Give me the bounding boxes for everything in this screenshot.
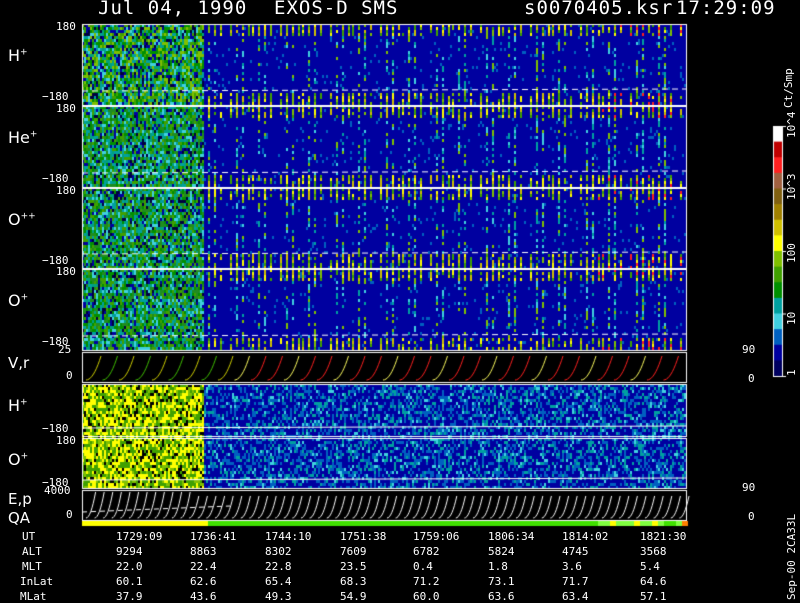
panel-label-o-plus-plus: O++ [8, 210, 36, 229]
panel-label-qa: QA [8, 509, 31, 527]
panel-label-h-plus-charge: + [20, 47, 28, 58]
ep-y-bot: 0 [66, 508, 73, 521]
ephemeris-cell: 49.3 [265, 590, 292, 603]
ephemeris-cell: 0.4 [413, 560, 433, 573]
vr-y2-bot: 0 [748, 372, 755, 385]
plot-time: 17:29:09 [676, 0, 776, 19]
ephemeris-cell: 1751:38 [340, 530, 387, 543]
ephemeris-row-label: InLat [20, 575, 54, 588]
colorbar-tick-label: 10^4 [785, 111, 798, 139]
ephemeris-cell: 3.6 [562, 560, 582, 573]
panel-label-ep: E,p [8, 490, 32, 508]
ep-y2-top: 90 [742, 481, 756, 494]
ephemeris-cell: 8302 [265, 545, 292, 558]
panel-label-vr: V,r [8, 354, 30, 372]
ephemeris-cell: 64.6 [640, 575, 667, 588]
vr-y-bot: 0 [66, 369, 73, 382]
ephemeris-cell: 1821:30 [640, 530, 687, 543]
ephemeris-cell: 23.5 [340, 560, 367, 573]
vr-y2-top: 90 [742, 343, 756, 356]
spectrogram-canvas [0, 0, 800, 600]
ephemeris-cell: 6782 [413, 545, 440, 558]
plot-instrument: EXOS-D SMS [274, 0, 399, 19]
ephemeris-cell: 71.2 [413, 575, 440, 588]
ephemeris-cell: 1759:06 [413, 530, 460, 543]
panel-label-he-plus-charge: + [29, 129, 38, 140]
ephemeris-cell: 9294 [116, 545, 143, 558]
ephemeris-cell: 68.3 [340, 575, 367, 588]
ephemeris-cell: 1729:09 [116, 530, 163, 543]
ephemeris-row-label: ALT [22, 545, 42, 558]
panel-label-o-plus-charge: + [20, 292, 29, 303]
ephemeris-cell: 43.6 [190, 590, 217, 603]
panel-label-h-plus-2-charge: + [20, 397, 28, 408]
ephemeris-cell: 37.9 [116, 590, 143, 603]
colorbar-unit: Ct/Smp [782, 68, 795, 108]
ephemeris-cell: 63.4 [562, 590, 589, 603]
ephemeris-cell: 73.1 [488, 575, 515, 588]
colorbar-tick-label: 100 [785, 243, 798, 263]
panel-label-o-plus-plus-charge: ++ [20, 211, 36, 222]
panel-label-o-plus-2-charge: + [20, 451, 29, 462]
ephemeris-cell: 22.4 [190, 560, 217, 573]
ephemeris-cell: 1806:34 [488, 530, 535, 543]
ephemeris-cell: 63.6 [488, 590, 515, 603]
ephemeris-cell: 22.8 [265, 560, 292, 573]
y-max-o-plus-2: 180 [56, 434, 76, 447]
colorbar-tick-label: 10^3 [785, 173, 798, 201]
y-max-he-plus: 180 [56, 102, 76, 115]
ephemeris-row-label: UT [22, 530, 36, 543]
ephemeris-row-label: MLT [22, 560, 42, 573]
ephemeris-cell: 60.0 [413, 590, 440, 603]
ephemeris-cell: 54.9 [340, 590, 367, 603]
ephemeris-cell: 22.0 [116, 560, 143, 573]
ep-y-top: 4000 [44, 484, 71, 497]
panel-label-he-plus: He+ [8, 128, 38, 147]
panel-label-o-plus-2: O+ [8, 450, 29, 469]
ephemeris-cell: 1.8 [488, 560, 508, 573]
ephemeris-row-label: MLat [20, 590, 47, 603]
vr-y-top: 25 [58, 343, 72, 356]
footer-id: Sep-00 2CA33L [785, 513, 798, 600]
ephemeris-cell: 57.1 [640, 590, 667, 603]
panel-label-h-plus: H+ [8, 46, 28, 65]
ephemeris-cell: 1744:10 [265, 530, 312, 543]
colorbar-tick-label: 10 [785, 311, 798, 325]
panel-label-h-plus-2: H+ [8, 396, 28, 415]
y-max-h-plus: 180 [56, 20, 76, 33]
ephemeris-cell: 1736:41 [190, 530, 237, 543]
ephemeris-cell: 4745 [562, 545, 589, 558]
plot-file: s0070405.ksr [524, 0, 674, 19]
ephemeris-cell: 7609 [340, 545, 367, 558]
ephemeris-cell: 5824 [488, 545, 515, 558]
y-max-o-plus: 180 [56, 265, 76, 278]
ephemeris-cell: 71.7 [562, 575, 589, 588]
ep-y2-bot: 0 [748, 510, 755, 523]
colorbar-tick-label: 1 [785, 369, 798, 376]
y-max-o-plus-plus: 180 [56, 184, 76, 197]
ephemeris-cell: 60.1 [116, 575, 143, 588]
ephemeris-cell: 8863 [190, 545, 217, 558]
panel-label-o-plus: O+ [8, 291, 29, 310]
ephemeris-cell: 5.4 [640, 560, 660, 573]
ephemeris-cell: 3568 [640, 545, 667, 558]
plot-date: Jul 04, 1990 [98, 0, 248, 19]
ephemeris-cell: 65.4 [265, 575, 292, 588]
ephemeris-cell: 62.6 [190, 575, 217, 588]
ephemeris-cell: 1814:02 [562, 530, 609, 543]
